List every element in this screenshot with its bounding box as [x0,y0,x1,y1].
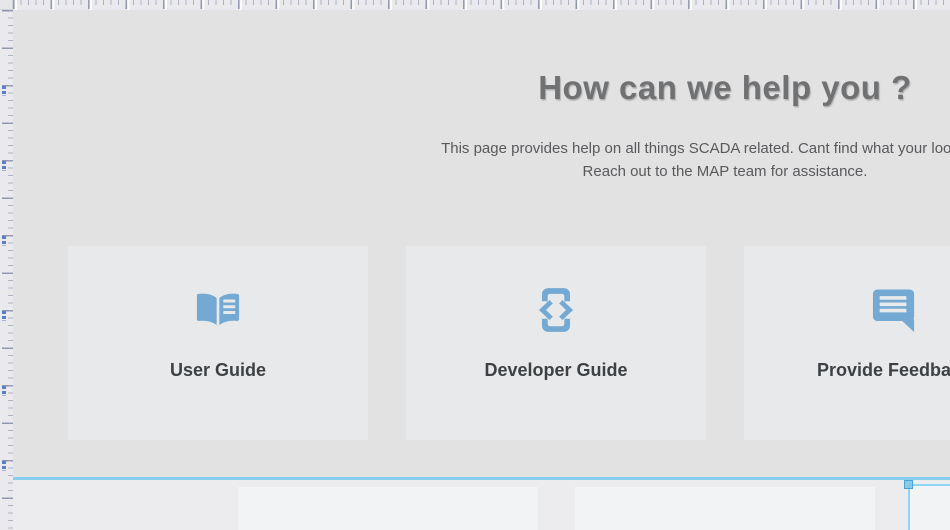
ruler-label-mark [2,161,6,171]
mobile-code-icon [535,288,577,332]
card-label: User Guide [170,360,266,381]
design-editor-viewport: How can we help you ? This page provides… [0,0,950,530]
bottom-panel[interactable] [910,486,950,530]
selection-outline-top [908,484,950,486]
ruler-label-mark [2,311,6,321]
card-provide-feedback[interactable]: Provide Feedback [744,246,950,440]
card-user-guide[interactable]: User Guide [68,246,368,440]
card-label: Provide Feedback [817,360,950,381]
design-canvas[interactable]: How can we help you ? This page provides… [13,10,950,530]
selection-outline-left [908,484,910,530]
bottom-panel[interactable] [575,487,875,530]
horizontal-ruler[interactable] [13,0,950,10]
page-title: How can we help you ? [538,69,912,107]
subtitle-line-1: This page provides help on all things SC… [441,137,950,160]
subtitle-line-2: Reach out to the MAP team for assistance… [441,160,950,183]
vertical-ruler[interactable] [0,10,13,530]
open-book-icon [195,288,241,332]
ruler-label-mark [2,86,6,96]
selection-resize-handle[interactable] [904,480,913,489]
ruler-label-mark [2,386,6,396]
page-subtitle: This page provides help on all things SC… [441,137,950,183]
next-section-row [13,480,950,530]
ruler-corner [0,0,13,10]
card-label: Developer Guide [484,360,627,381]
ruler-minor-ticks [13,0,950,5]
card-developer-guide[interactable]: Developer Guide [406,246,706,440]
comment-icon [872,288,916,332]
section-boundary-line [13,477,950,480]
bottom-panel[interactable] [238,487,538,530]
ruler-label-mark [2,236,6,246]
help-card-row: User Guide Developer Guide [68,246,950,440]
ruler-label-mark [2,461,6,471]
ruler-minor-ticks [8,10,13,530]
